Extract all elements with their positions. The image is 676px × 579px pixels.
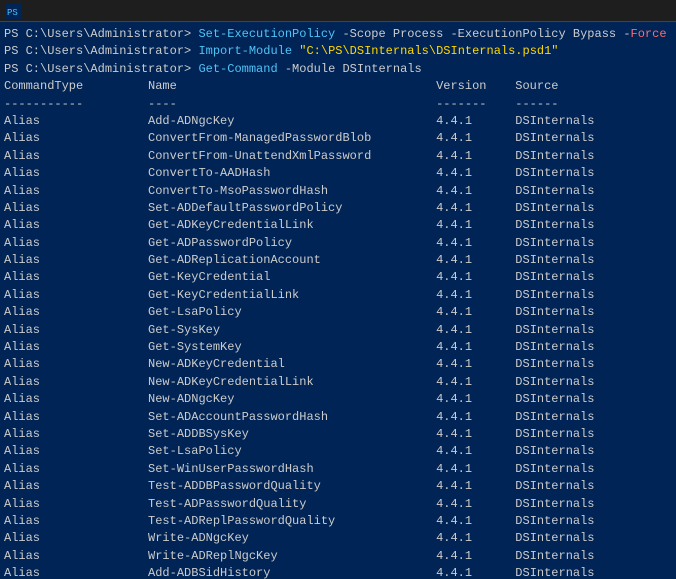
terminal-line: Alias Get-ADReplicationAccount 4.4.1 DSI… (4, 252, 672, 269)
terminal-line: Alias Write-ADNgcKey 4.4.1 DSInternals (4, 530, 672, 547)
terminal-line: Alias Get-SystemKey 4.4.1 DSInternals (4, 339, 672, 356)
terminal-line: PS C:\Users\Administrator> Set-Execution… (4, 26, 672, 43)
terminal-line: Alias Get-LsaPolicy 4.4.1 DSInternals (4, 304, 672, 321)
terminal-line: Alias Get-KeyCredential 4.4.1 DSInternal… (4, 269, 672, 286)
terminal-line: Alias Set-WinUserPasswordHash 4.4.1 DSIn… (4, 461, 672, 478)
terminal-line: PS C:\Users\Administrator> Import-Module… (4, 43, 672, 60)
terminal-line: Alias Get-ADPasswordPolicy 4.4.1 DSInter… (4, 235, 672, 252)
terminal-line: Alias ConvertFrom-UnattendXmlPassword 4.… (4, 148, 672, 165)
terminal-line: CommandType Name Version Source (4, 78, 672, 95)
terminal-line: Alias New-ADNgcKey 4.4.1 DSInternals (4, 391, 672, 408)
terminal-line: ----------- ---- ------- ------ (4, 96, 672, 113)
terminal-line: Alias Test-ADDBPasswordQuality 4.4.1 DSI… (4, 478, 672, 495)
terminal-line: Alias Add-ADBSidHistory 4.4.1 DSInternal… (4, 565, 672, 579)
terminal-line: Alias Get-SysKey 4.4.1 DSInternals (4, 322, 672, 339)
terminal-line: Alias Set-LsaPolicy 4.4.1 DSInternals (4, 443, 672, 460)
terminal-line: Alias Set-ADAccountPasswordHash 4.4.1 DS… (4, 409, 672, 426)
terminal-line: Alias Get-KeyCredentialLink 4.4.1 DSInte… (4, 287, 672, 304)
terminal-line: Alias Set-ADDefaultPasswordPolicy 4.4.1 … (4, 200, 672, 217)
terminal-line: Alias Add-ADNgcKey 4.4.1 DSInternals (4, 113, 672, 130)
terminal-line: Alias New-ADKeyCredentialLink 4.4.1 DSIn… (4, 374, 672, 391)
titlebar-icon: PS (6, 3, 22, 19)
titlebar: PS (0, 0, 676, 22)
svg-text:PS: PS (7, 8, 18, 18)
terminal-line: Alias ConvertTo-MsoPasswordHash 4.4.1 DS… (4, 183, 672, 200)
terminal-line: Alias Test-ADReplPasswordQuality 4.4.1 D… (4, 513, 672, 530)
terminal[interactable]: PS C:\Users\Administrator> Set-Execution… (0, 22, 676, 579)
terminal-line: Alias Set-ADDBSysKey 4.4.1 DSInternals (4, 426, 672, 443)
terminal-line: Alias Get-ADKeyCredentialLink 4.4.1 DSIn… (4, 217, 672, 234)
terminal-line: Alias Write-ADReplNgcKey 4.4.1 DSInterna… (4, 548, 672, 565)
terminal-line: Alias New-ADKeyCredential 4.4.1 DSIntern… (4, 356, 672, 373)
terminal-line: PS C:\Users\Administrator> Get-Command -… (4, 61, 672, 78)
terminal-line: Alias Test-ADPasswordQuality 4.4.1 DSInt… (4, 496, 672, 513)
terminal-line: Alias ConvertTo-AADHash 4.4.1 DSInternal… (4, 165, 672, 182)
terminal-line: Alias ConvertFrom-ManagedPasswordBlob 4.… (4, 130, 672, 147)
